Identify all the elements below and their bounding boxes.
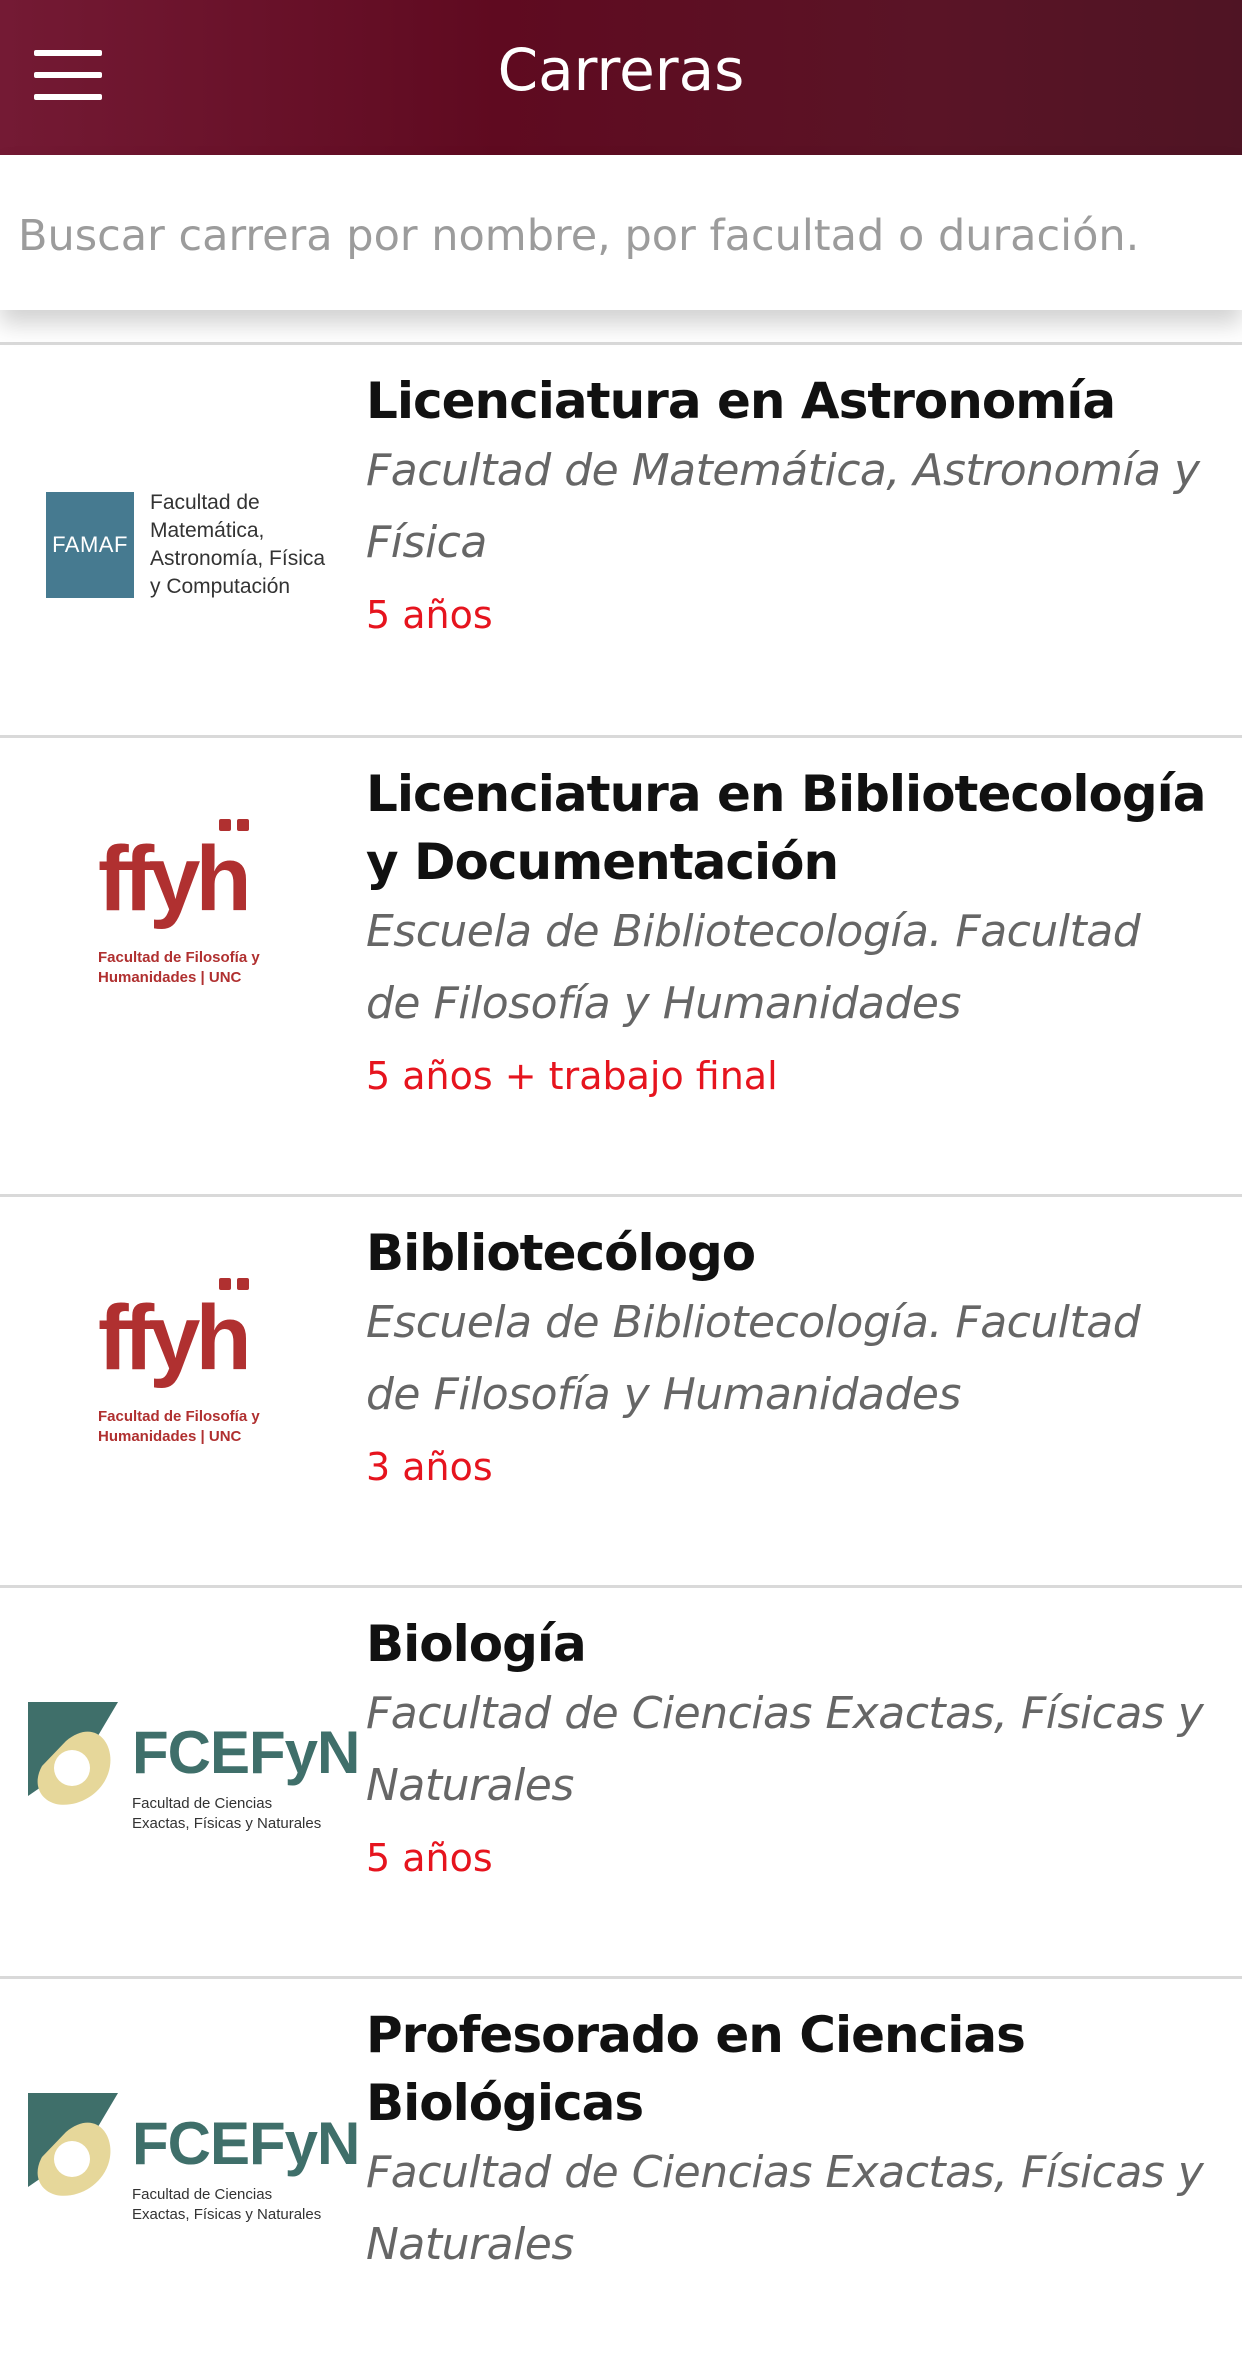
career-duration: 5 años bbox=[366, 1836, 493, 1880]
career-name: Profesorado en Ciencias Biológicas bbox=[366, 2006, 1026, 2132]
career-faculty: Facultad de Matemática, Astronomía y Fís… bbox=[366, 445, 1200, 568]
ffyh-logo-mark: ffyh bbox=[98, 828, 252, 930]
list-item-career[interactable]: ffyh Facultad de Filosofía y Humanidades… bbox=[0, 738, 1242, 1194]
famaf-logo: FAMAF Facultad de Matemática, Astronomía… bbox=[24, 445, 325, 635]
fcefyn-logo: FCEFyN Facultad de Ciencias Exactas, Fís… bbox=[24, 2069, 360, 2259]
ffyh-logo: ffyh Facultad de Filosofía y Humanidades… bbox=[24, 1265, 324, 1455]
fcefyn-logo-text: Facultad de Ciencias Exactas, Físicas y … bbox=[132, 2186, 322, 2223]
page-title: Carreras bbox=[497, 36, 745, 104]
fcefyn-logo-text: Facultad de Ciencias Exactas, Físicas y … bbox=[132, 1795, 322, 1832]
fcefyn-emblem-icon bbox=[28, 1702, 118, 1805]
career-faculty: Facultad de Ciencias Exactas, Físicas y … bbox=[366, 2147, 1204, 2270]
career-name: Licenciatura en Bibliotecología y Docume… bbox=[366, 765, 1207, 891]
career-duration: 5 años bbox=[366, 593, 493, 637]
list-item-career[interactable]: ffyh Facultad de Filosofía y Humanidades… bbox=[0, 1197, 1242, 1585]
career-duration: 5 años + trabajo final bbox=[366, 1054, 778, 1098]
famaf-logo-text: Facultad de Matemática, Astronomía, Físi… bbox=[150, 491, 326, 598]
search-bar bbox=[0, 155, 1242, 310]
fcefyn-logo-mark: FCEFyN bbox=[132, 2110, 360, 2177]
career-name: Licenciatura en Astronomía bbox=[366, 372, 1116, 430]
list-item-career[interactable]: FCEFyN Facultad de Ciencias Exactas, Fís… bbox=[0, 1979, 1242, 2379]
career-name: Biología bbox=[366, 1615, 587, 1673]
career-list: FAMAF Facultad de Matemática, Astronomía… bbox=[0, 342, 1242, 2379]
search-input[interactable] bbox=[16, 195, 1230, 277]
fcefyn-logo-mark: FCEFyN bbox=[132, 1719, 360, 1786]
career-duration: 3 años bbox=[366, 1445, 493, 1489]
fcefyn-emblem-icon bbox=[28, 2093, 118, 2196]
ffyh-logo-text: Facultad de Filosofía y Humanidades | UN… bbox=[98, 949, 260, 986]
career-faculty: Escuela de Bibliotecología. Facultad de … bbox=[366, 1297, 1141, 1420]
list-item-career[interactable]: FCEFyN Facultad de Ciencias Exactas, Fís… bbox=[0, 1588, 1242, 1976]
app-header: Carreras bbox=[0, 0, 1242, 155]
ffyh-logo-mark: ffyh bbox=[98, 1287, 252, 1389]
ffyh-logo-text: Facultad de Filosofía y Humanidades | UN… bbox=[98, 1408, 260, 1445]
list-item-career[interactable]: FAMAF Facultad de Matemática, Astronomía… bbox=[0, 345, 1242, 735]
fcefyn-logo: FCEFyN Facultad de Ciencias Exactas, Fís… bbox=[24, 1678, 360, 1868]
ffyh-logo: ffyh Facultad de Filosofía y Humanidades… bbox=[24, 806, 324, 996]
career-faculty: Facultad de Ciencias Exactas, Físicas y … bbox=[366, 1688, 1204, 1811]
career-faculty: Escuela de Bibliotecología. Facultad de … bbox=[366, 906, 1141, 1029]
career-name: Bibliotecólogo bbox=[366, 1224, 756, 1282]
famaf-badge: FAMAF bbox=[46, 492, 134, 598]
